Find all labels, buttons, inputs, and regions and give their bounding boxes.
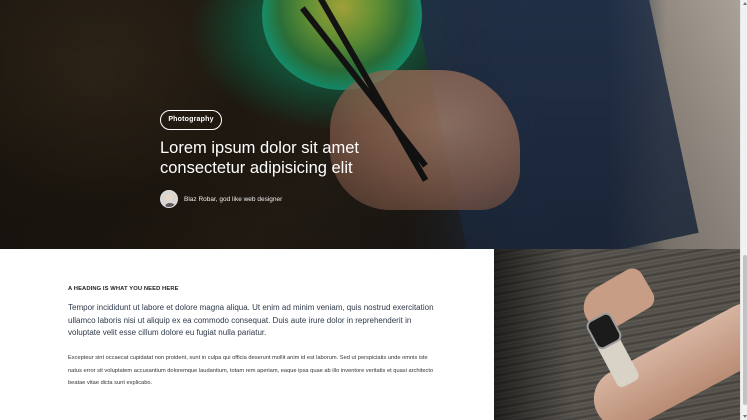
hero-banner: Photography Lorem ipsum dolor sit amet c…: [0, 0, 740, 249]
smartwatch-photo: [494, 249, 740, 420]
post-title: Lorem ipsum dolor sit amet consectetur a…: [160, 139, 359, 177]
arrow-up-icon[interactable]: [742, 2, 747, 5]
category-tag-button[interactable]: Photography: [160, 110, 222, 130]
section-heading: A HEADING IS WHAT YOU NEED HERE: [68, 286, 179, 292]
scrollbar-thumb[interactable]: [742, 255, 747, 405]
author-avatar[interactable]: [160, 190, 178, 208]
photo-shadow: [494, 249, 574, 420]
body-paragraph: Excepteur sint occaecat cupidatat non pr…: [68, 355, 434, 387]
author-byline[interactable]: Blaz Robar, god like web designer: [160, 190, 282, 208]
hero-overlay: [0, 0, 740, 249]
author-name[interactable]: Blaz Robar, god like web designer: [184, 196, 282, 203]
lead-paragraph: Tempor incididunt ut labore et dolore ma…: [68, 303, 434, 338]
vertical-scrollbar[interactable]: [740, 0, 747, 420]
arrow-down-icon[interactable]: [742, 415, 747, 418]
